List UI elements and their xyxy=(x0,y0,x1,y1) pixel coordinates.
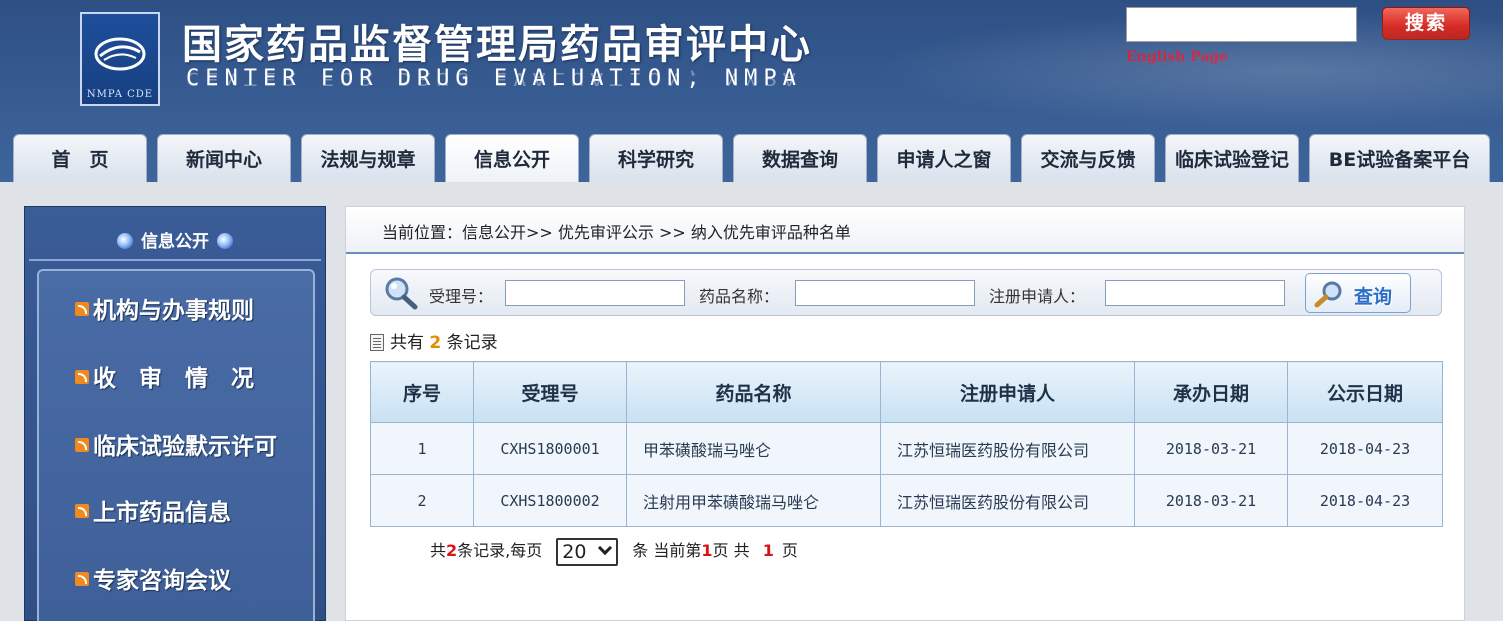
sidebar-item-rules[interactable]: 机构与办事规则 xyxy=(75,291,254,331)
tab-feedback[interactable]: 交流与反馈 xyxy=(1021,134,1155,182)
table-row[interactable]: 1 CXHS1800001 甲苯磺酸瑞马唑仑 江苏恒瑞医药股份有限公司 2018… xyxy=(370,422,1443,475)
cell-applicant: 江苏恒瑞医药股份有限公司 xyxy=(880,422,1135,475)
logo-text: NMPA CDE xyxy=(86,89,154,100)
cde-logo-icon xyxy=(94,37,146,71)
cell-handling-date: 2018-03-21 xyxy=(1134,474,1288,527)
site-search-button[interactable]: 搜索 xyxy=(1382,7,1470,40)
main-nav: 首 页 新闻中心 法规与规章 信息公开 科学研究 数据查询 申请人之窗 交流与反… xyxy=(0,134,1503,182)
bullet-icon xyxy=(217,233,233,249)
rss-icon xyxy=(75,438,89,452)
sidebar-item-label: 收 审 情 况 xyxy=(93,366,254,392)
record-summary: 共有 2 条记录 xyxy=(370,328,498,353)
record-summary-suffix: 条记录 xyxy=(446,333,498,353)
sidebar-heading: 信息公开 xyxy=(25,227,325,252)
pager-current-suffix: 页 共 xyxy=(712,541,750,560)
bullet-icon xyxy=(117,233,133,249)
english-page-link[interactable]: English Page xyxy=(1126,49,1228,65)
site-search-input[interactable] xyxy=(1126,7,1357,42)
tab-news[interactable]: 新闻中心 xyxy=(157,134,291,182)
cell-index: 1 xyxy=(370,422,474,475)
page-size-value: 20 xyxy=(562,540,587,563)
page-size-select[interactable]: 20 xyxy=(556,537,619,566)
rss-icon xyxy=(75,370,89,384)
sidebar-item-clinical-trial-permit[interactable]: 临床试验默示许可 xyxy=(75,427,277,467)
pagination: 共2条记录,每页 20 条 当前第1页 共 1页 xyxy=(430,537,798,566)
sidebar-item-review-status[interactable]: 收 审 情 况 xyxy=(75,359,254,399)
column-header-publication-date: 公示日期 xyxy=(1287,361,1443,423)
chevron-down-icon xyxy=(598,540,613,555)
record-count-value: 2 xyxy=(429,333,442,353)
tab-data-query[interactable]: 数据查询 xyxy=(733,134,867,182)
sidebar-item-label: 临床试验默示许可 xyxy=(93,434,277,460)
tab-be-trial-platform[interactable]: BE试验备案平台 xyxy=(1309,134,1490,182)
applicant-input[interactable] xyxy=(1105,280,1285,306)
pager-total-pages: 1 xyxy=(762,541,774,560)
table-header-row: 序号 受理号 药品名称 注册申请人 承办日期 公示日期 xyxy=(370,361,1443,423)
column-header-drug-name: 药品名称 xyxy=(626,361,881,423)
cell-handling-date: 2018-03-21 xyxy=(1134,422,1288,475)
cell-drug-name[interactable]: 注射用甲苯磺酸瑞马唑仑 xyxy=(626,474,881,527)
document-icon xyxy=(370,334,384,351)
sidebar: 信息公开 机构与办事规则 收 审 情 况 临床试验默示许可 上市药品信息 专家咨… xyxy=(24,206,326,621)
breadcrumb-bar: 当前位置：信息公开>> 优先审评公示 >> 纳入优先审评品种名单 xyxy=(346,207,1464,254)
tab-regulations[interactable]: 法规与规章 xyxy=(301,134,435,182)
pager-total-count: 2 xyxy=(446,541,458,560)
magnifier-icon xyxy=(385,277,418,310)
tab-clinical-trial-registration[interactable]: 临床试验登记 xyxy=(1165,134,1299,182)
site-subtitle-reflection: CENTER FOR DRUG EVALUATION, NMPA xyxy=(186,68,802,88)
cell-index: 2 xyxy=(370,474,474,527)
query-button-label: 查询 xyxy=(1354,286,1393,308)
acceptance-no-input[interactable] xyxy=(505,280,685,306)
drug-name-input[interactable] xyxy=(795,280,975,306)
column-header-applicant: 注册申请人 xyxy=(880,361,1135,423)
sidebar-item-label: 专家咨询会议 xyxy=(93,568,231,594)
breadcrumb: 当前位置：信息公开>> 优先审评公示 >> 纳入优先审评品种名单 xyxy=(382,223,851,242)
pager-total-prefix: 共 xyxy=(430,541,447,560)
search-filter-bar: 受理号： 药品名称： 注册申请人： 查询 xyxy=(370,269,1442,316)
tab-research[interactable]: 科学研究 xyxy=(589,134,723,182)
pager-current-page: 1 xyxy=(701,541,713,560)
pager-pages-suffix: 页 xyxy=(781,541,798,560)
cell-drug-name[interactable]: 甲苯磺酸瑞马唑仑 xyxy=(626,422,881,475)
site-title: 国家药品监督管理局药品审评中心 xyxy=(182,22,812,68)
column-header-index: 序号 xyxy=(370,361,474,423)
acceptance-no-label: 受理号： xyxy=(429,287,494,306)
tab-information-disclosure[interactable]: 信息公开 xyxy=(445,134,579,182)
tab-home[interactable]: 首 页 xyxy=(13,134,147,182)
cell-acceptance-no[interactable]: CXHS1800002 xyxy=(473,474,627,527)
cell-applicant: 江苏恒瑞医药股份有限公司 xyxy=(880,474,1135,527)
pager-current-prefix: 当前第 xyxy=(653,541,702,560)
sidebar-item-expert-meetings[interactable]: 专家咨询会议 xyxy=(75,561,231,601)
query-button[interactable]: 查询 xyxy=(1305,273,1411,313)
sidebar-item-label: 上市药品信息 xyxy=(93,500,231,526)
tab-applicant-window[interactable]: 申请人之窗 xyxy=(877,134,1011,182)
cell-publication-date: 2018-04-23 xyxy=(1287,422,1443,475)
sidebar-item-label: 机构与办事规则 xyxy=(93,298,254,324)
cell-acceptance-no[interactable]: CXHS1800001 xyxy=(473,422,627,475)
record-summary-prefix: 共有 xyxy=(390,333,424,353)
priority-review-table: 序号 受理号 药品名称 注册申请人 承办日期 公示日期 1 CXHS180000… xyxy=(370,361,1443,527)
sidebar-title: 信息公开 xyxy=(141,232,209,252)
search-icon xyxy=(1314,281,1342,308)
drug-name-label: 药品名称： xyxy=(699,287,780,306)
applicant-label: 注册申请人： xyxy=(989,287,1086,306)
rss-icon xyxy=(75,572,89,586)
sidebar-item-marketed-drugs[interactable]: 上市药品信息 xyxy=(75,493,231,533)
main-content: 当前位置：信息公开>> 优先审评公示 >> 纳入优先审评品种名单 受理号： 药品… xyxy=(345,206,1465,621)
rss-icon xyxy=(75,504,89,518)
column-header-acceptance-no: 受理号 xyxy=(473,361,627,423)
cde-logo[interactable]: NMPA CDE xyxy=(80,12,160,106)
column-header-handling-date: 承办日期 xyxy=(1134,361,1288,423)
cell-publication-date: 2018-04-23 xyxy=(1287,474,1443,527)
sidebar-divider xyxy=(29,259,321,261)
table-row[interactable]: 2 CXHS1800002 注射用甲苯磺酸瑞马唑仑 江苏恒瑞医药股份有限公司 2… xyxy=(370,474,1443,527)
pager-unit: 条 xyxy=(632,541,649,560)
pager-total-suffix: 条记录,每页 xyxy=(457,541,543,560)
sidebar-menu: 机构与办事规则 收 审 情 况 临床试验默示许可 上市药品信息 专家咨询会议 xyxy=(37,269,315,621)
rss-icon xyxy=(75,302,89,316)
